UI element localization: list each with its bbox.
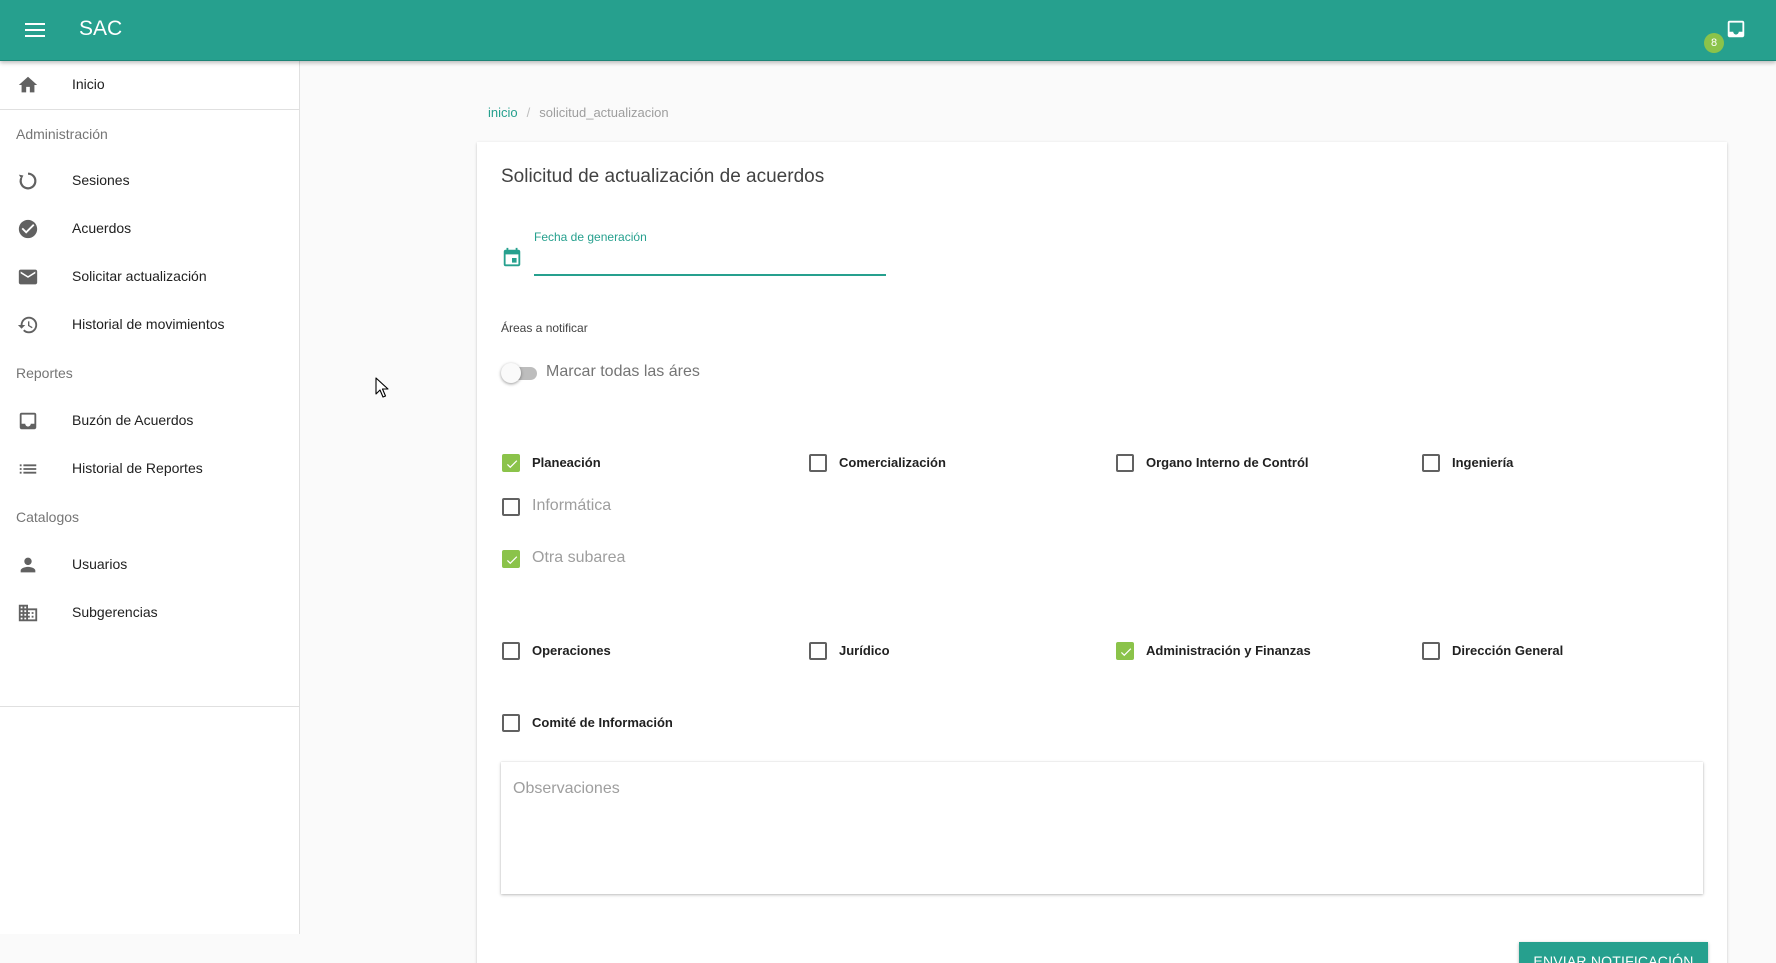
checkbox-label: Planeación <box>532 455 601 470</box>
checkbox-box <box>502 642 520 660</box>
sidebar-item-label: Inicio <box>72 76 105 92</box>
sidebar-item-label: Sesiones <box>72 172 130 188</box>
mail-icon <box>18 269 38 285</box>
date-field-label: Fecha de generación <box>534 230 647 244</box>
inbox-icon <box>19 412 37 430</box>
list-icon <box>19 464 37 474</box>
notification-badge: 8 <box>1704 33 1724 53</box>
checkbox-box <box>1422 454 1440 472</box>
observations-textarea[interactable] <box>501 762 1703 894</box>
sidebar-item-label: Subgerencias <box>72 604 158 620</box>
breadcrumb-current: solicitud_actualizacion <box>539 105 669 120</box>
menu-icon <box>25 23 45 25</box>
sidebar-item-inicio[interactable]: Inicio <box>0 63 299 107</box>
check-icon <box>506 460 518 469</box>
person-icon <box>20 557 36 573</box>
checkbox-label: Organo Interno de Contról <box>1146 455 1309 470</box>
sidebar-item-subgerencias[interactable]: Subgerencias <box>0 591 299 635</box>
sidebar-item-label: Historial de movimientos <box>72 316 225 332</box>
history-icon <box>17 316 38 334</box>
checkbox-box <box>1422 642 1440 660</box>
section-title-reportes: Reportes <box>16 365 73 381</box>
check-icon <box>506 556 518 565</box>
checkbox-label: Comercialización <box>839 455 946 470</box>
select-all-toggle[interactable] <box>501 362 539 384</box>
checkbox-label: Dirección General <box>1452 643 1564 658</box>
form-card: Solicitud de actualización de acuerdos F… <box>477 142 1727 963</box>
check-icon <box>1120 648 1132 657</box>
business-icon <box>18 604 38 622</box>
checkbox-label: Comité de Información <box>532 715 673 730</box>
refresh-icon <box>18 172 37 190</box>
checkbox-box <box>809 642 827 660</box>
checkbox-box <box>809 454 827 472</box>
checkbox-label: Ingeniería <box>1452 455 1514 470</box>
sidebar-item-historial-movimientos[interactable]: Historial de movimientos <box>0 303 299 347</box>
breadcrumb-separator: / <box>526 105 531 120</box>
checkbox-label: Operaciones <box>532 643 611 658</box>
checkbox-box <box>502 454 520 472</box>
sidebar-item-historial-reportes[interactable]: Historial de Reportes <box>0 447 299 491</box>
inbox-icon <box>1727 20 1745 38</box>
sidebar-item-buzon-acuerdos[interactable]: Buzón de Acuerdos <box>0 399 299 443</box>
page-title: Solicitud de actualización de acuerdos <box>501 166 825 187</box>
checkbox-box <box>1116 454 1134 472</box>
sidebar-item-label: Acuerdos <box>72 220 132 236</box>
app-title: SAC <box>79 17 123 40</box>
send-notification-button[interactable]: ENVIAR NOTIFICACIÓN <box>1519 942 1708 963</box>
menu-button[interactable] <box>18 16 54 44</box>
checkbox-box <box>502 714 520 732</box>
breadcrumb-home-link[interactable]: inicio <box>488 105 518 120</box>
checkbox-label: Administración y Finanzas <box>1146 643 1311 658</box>
checkbox-box <box>502 550 520 568</box>
home-icon <box>18 76 38 93</box>
sidebar-item-usuarios[interactable]: Usuarios <box>0 543 299 587</box>
check-circle-icon <box>18 219 38 239</box>
calendar-icon[interactable] <box>501 247 523 269</box>
sidebar: Inicio Administración Sesiones Acuerdos … <box>0 61 300 934</box>
sidebar-item-sesiones[interactable]: Sesiones <box>0 159 299 203</box>
checkbox-label: Informática <box>532 497 612 514</box>
mouse-cursor-icon <box>375 377 389 398</box>
areas-label: Áreas a notificar <box>501 321 588 335</box>
app-toolbar: SAC 8 <box>0 0 1776 61</box>
sidebar-item-label: Buzón de Acuerdos <box>72 412 194 428</box>
section-title-administracion: Administración <box>16 126 108 142</box>
breadcrumb: inicio / solicitud_actualizacion <box>488 105 669 120</box>
checkbox-label: Otra subarea <box>532 549 626 566</box>
section-title-catalogos: Catalogos <box>16 509 80 525</box>
sidebar-item-acuerdos[interactable]: Acuerdos <box>0 207 299 251</box>
sidebar-item-solicitar-actualizacion[interactable]: Solicitar actualización <box>0 255 299 299</box>
checkbox-box <box>1116 642 1134 660</box>
select-all-label: Marcar todas las áres <box>546 363 700 380</box>
checkbox-label: Jurídico <box>839 643 890 658</box>
checkbox-box <box>502 498 520 516</box>
sidebar-divider <box>0 109 300 110</box>
sidebar-item-label: Historial de Reportes <box>72 460 203 476</box>
sidebar-item-label: Usuarios <box>72 556 128 572</box>
sidebar-divider <box>0 706 300 707</box>
date-field[interactable] <box>534 246 886 276</box>
sidebar-item-label: Solicitar actualización <box>72 268 207 284</box>
